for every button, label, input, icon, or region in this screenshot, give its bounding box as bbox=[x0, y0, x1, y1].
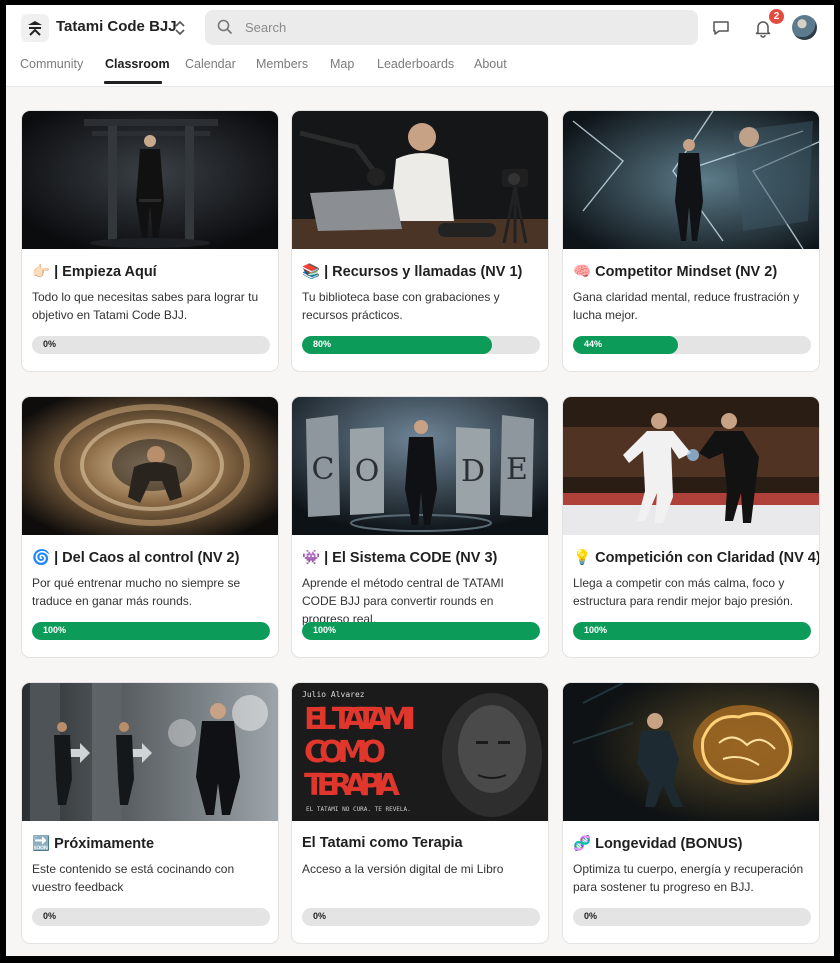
progress-fill bbox=[32, 622, 270, 640]
community-name[interactable]: Tatami Code BJJ bbox=[56, 18, 177, 35]
app-window: Tatami Code BJJ 2 Community Classroom Ca… bbox=[6, 5, 834, 956]
course-card[interactable]: Julio Alvarez EL TATAMI COMO TERAPIA EL … bbox=[291, 682, 549, 944]
progress-bar: 100% bbox=[302, 622, 540, 640]
course-description: Todo lo que necesitas sabes para lograr … bbox=[32, 290, 259, 322]
book-tagline: EL TATAMI NO CURA. TE REVELA. bbox=[306, 806, 411, 813]
course-title: 👾 | El Sistema CODE (NV 3) bbox=[302, 550, 498, 566]
code-letter: E bbox=[506, 452, 528, 487]
course-thumbnail: C O D E bbox=[292, 397, 548, 535]
course-title: El Tatami como Terapia bbox=[302, 835, 463, 851]
code-letter: D bbox=[461, 454, 485, 489]
tab-map[interactable]: Map bbox=[330, 57, 354, 71]
course-card[interactable]: 🧠 Competitor Mindset (NV 2) Gana clarida… bbox=[562, 110, 820, 372]
course-card[interactable]: 📚 | Recursos y llamadas (NV 1) Tu biblio… bbox=[291, 110, 549, 372]
course-card[interactable]: C O D E 👾 | El Sistema CODE (NV 3) Apren… bbox=[291, 396, 549, 658]
active-tab-indicator bbox=[104, 81, 162, 84]
progress-bar: 0% bbox=[32, 908, 270, 926]
progress-bar: 80% bbox=[302, 336, 540, 354]
notification-badge: 2 bbox=[768, 8, 785, 25]
course-thumbnail bbox=[292, 111, 548, 249]
course-description: Acceso a la versión digital de mi Libro bbox=[302, 862, 504, 876]
progress-label: 0% bbox=[313, 911, 327, 921]
course-thumbnail bbox=[22, 111, 278, 249]
search-bar[interactable] bbox=[205, 10, 698, 45]
logo-icon bbox=[28, 21, 42, 36]
progress-label: 100% bbox=[584, 625, 608, 635]
progress-label: 100% bbox=[313, 625, 337, 635]
search-icon bbox=[217, 19, 233, 35]
course-card[interactable]: 🔜 Próximamente Este contenido se está co… bbox=[21, 682, 279, 944]
community-logo[interactable] bbox=[21, 14, 49, 42]
progress-bar: 0% bbox=[32, 336, 270, 354]
tab-classroom[interactable]: Classroom bbox=[105, 57, 170, 71]
book-title-line: EL TATAMI bbox=[304, 702, 416, 737]
progress-fill bbox=[302, 622, 540, 640]
progress-bar: 0% bbox=[302, 908, 540, 926]
book-author: Julio Alvarez bbox=[302, 690, 365, 699]
tab-about[interactable]: About bbox=[474, 57, 507, 71]
course-card[interactable]: 🌀 | Del Caos al control (NV 2) Por qué e… bbox=[21, 396, 279, 658]
progress-label: 0% bbox=[584, 911, 598, 921]
course-title: 💡 Competición con Claridad (NV 4) bbox=[573, 550, 820, 566]
course-description: Gana claridad mental, reduce frustración… bbox=[573, 290, 800, 322]
course-title: 🧬 Longevidad (BONUS) bbox=[573, 836, 743, 852]
code-letter: C bbox=[312, 452, 335, 487]
progress-bar: 100% bbox=[573, 622, 811, 640]
progress-bar: 44% bbox=[573, 336, 811, 354]
course-title: 🌀 | Del Caos al control (NV 2) bbox=[32, 550, 240, 566]
course-thumbnail: Julio Alvarez EL TATAMI COMO TERAPIA EL … bbox=[292, 683, 548, 821]
book-title-line: COMO bbox=[304, 735, 386, 770]
top-header: Tatami Code BJJ 2 Community Classroom Ca… bbox=[6, 5, 834, 87]
course-card[interactable]: 👉🏻 | Empieza Aquí Todo lo que necesitas … bbox=[21, 110, 279, 372]
progress-label: 0% bbox=[43, 911, 57, 921]
course-title: 🧠 Competitor Mindset (NV 2) bbox=[573, 264, 778, 280]
course-description: Optimiza tu cuerpo, energía y recuperaci… bbox=[573, 862, 804, 894]
switch-community-icon[interactable] bbox=[172, 16, 188, 40]
course-thumbnail bbox=[563, 111, 819, 249]
progress-bar: 0% bbox=[573, 908, 811, 926]
progress-label: 100% bbox=[43, 625, 67, 635]
course-title: 🔜 Próximamente bbox=[32, 836, 155, 852]
course-title: 👉🏻 | Empieza Aquí bbox=[32, 264, 157, 280]
progress-bar: 100% bbox=[32, 622, 270, 640]
course-thumbnail bbox=[22, 683, 278, 821]
chat-icon[interactable] bbox=[709, 16, 733, 40]
book-title-line: TERAPIA bbox=[304, 768, 401, 803]
tab-community[interactable]: Community bbox=[20, 57, 83, 71]
user-avatar[interactable] bbox=[792, 15, 817, 40]
course-card[interactable]: 💡 Competición con Claridad (NV 4) Llega … bbox=[562, 396, 820, 658]
course-description: Este contenido se está cocinando con vue… bbox=[32, 862, 235, 894]
course-thumbnail bbox=[563, 683, 819, 821]
tab-members[interactable]: Members bbox=[256, 57, 308, 71]
progress-label: 44% bbox=[584, 339, 603, 349]
code-letter: O bbox=[355, 454, 380, 489]
course-card[interactable]: 🧬 Longevidad (BONUS) Optimiza tu cuerpo,… bbox=[562, 682, 820, 944]
course-title: 📚 | Recursos y llamadas (NV 1) bbox=[302, 264, 523, 280]
search-input[interactable] bbox=[245, 10, 685, 45]
course-description: Aprende el método central de TATAMI CODE… bbox=[302, 576, 504, 626]
course-thumbnail bbox=[22, 397, 278, 535]
tab-calendar[interactable]: Calendar bbox=[185, 57, 236, 71]
course-description: Llega a competir con más calma, foco y e… bbox=[573, 576, 794, 608]
tab-leaderboards[interactable]: Leaderboards bbox=[377, 57, 454, 71]
progress-fill bbox=[573, 622, 811, 640]
course-thumbnail bbox=[563, 397, 819, 535]
course-description: Por qué entrenar mucho no siempre se tra… bbox=[32, 576, 241, 608]
progress-label: 0% bbox=[43, 339, 57, 349]
progress-label: 80% bbox=[313, 339, 332, 349]
course-description: Tu biblioteca base con grabaciones y rec… bbox=[302, 290, 500, 322]
